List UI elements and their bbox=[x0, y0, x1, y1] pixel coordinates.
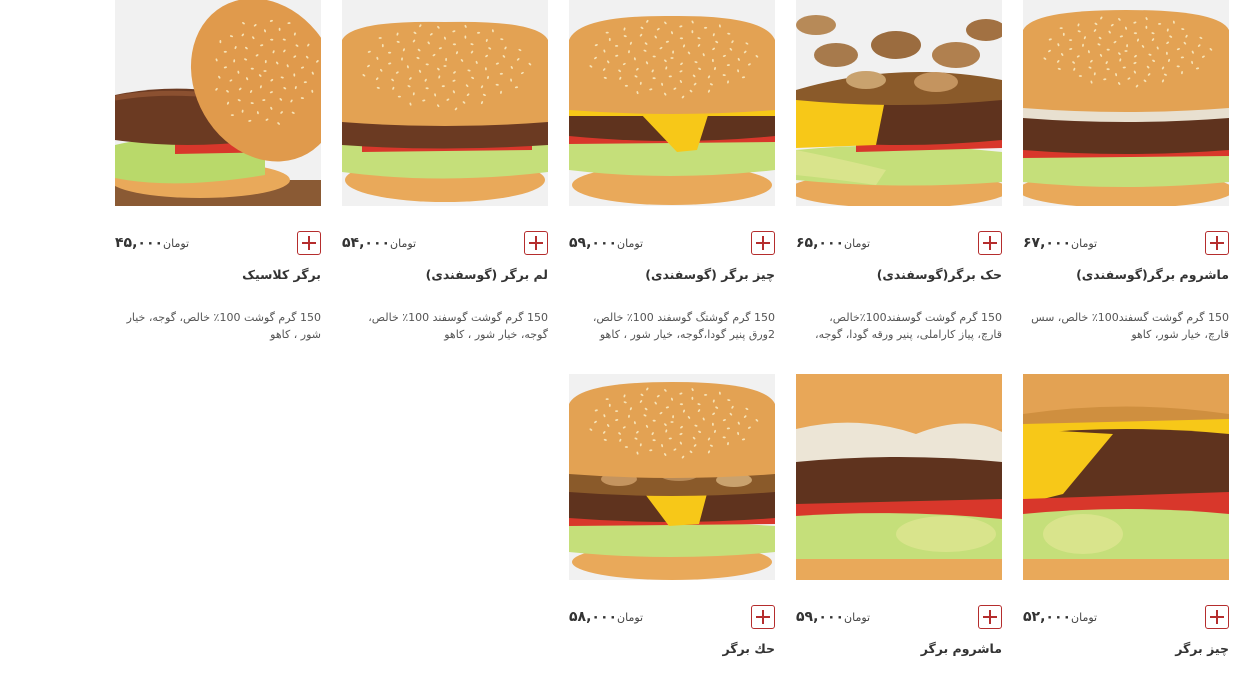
product-price: ۵۲,۰۰۰تومان bbox=[1023, 609, 1102, 625]
plus-icon bbox=[1210, 236, 1224, 250]
product-price: ۵۹,۰۰۰تومان bbox=[569, 235, 648, 251]
product-price: ۴۵,۰۰۰تومان bbox=[115, 235, 194, 251]
price-row: ۵۴,۰۰۰تومان bbox=[342, 231, 548, 255]
product-description: 150 گرم گوشتگ گوسفند 100٪ خالص، 2ورق پنیر… bbox=[569, 309, 775, 343]
price-row: ۵۹,۰۰۰تومان bbox=[796, 605, 1002, 629]
product-description-line: 2ورق پنیر گودا،گوجه، خیار شور ، کاهو bbox=[599, 328, 775, 341]
product-title[interactable]: چیز برگر bbox=[1023, 641, 1229, 656]
add-to-cart-button[interactable] bbox=[978, 605, 1002, 629]
product-image[interactable] bbox=[115, 0, 321, 206]
add-to-cart-button[interactable] bbox=[751, 605, 775, 629]
currency-label: تومان bbox=[390, 237, 417, 250]
price-value: ۶۷,۰۰۰ bbox=[1023, 235, 1072, 251]
product-description: 150 گرم گوشت گوسفند 100٪ خالص، گوجه، خیار… bbox=[342, 309, 548, 343]
product-title[interactable]: چیز برگر (گوسفندی) bbox=[569, 267, 775, 282]
plus-icon bbox=[529, 236, 543, 250]
product-card: ۴۵,۰۰۰تومان برگر کلاسیک 150 گرم گوشت 100… bbox=[115, 0, 321, 341]
product-image[interactable] bbox=[569, 0, 775, 206]
product-card: ۵۴,۰۰۰تومان لم برگر (گوسفندی) 150 گرم گو… bbox=[342, 0, 548, 341]
price-value: ۵۴,۰۰۰ bbox=[342, 235, 391, 251]
add-to-cart-button[interactable] bbox=[1205, 605, 1229, 629]
product-card: ۵۹,۰۰۰تومان چیز برگر (گوسفندی) 150 گرم گ… bbox=[569, 0, 775, 341]
product-description-line: گوجه، خیار شور ، کاهو bbox=[444, 328, 548, 341]
currency-label: تومان bbox=[163, 237, 190, 250]
product-card: ۶۵,۰۰۰تومان حک برگر(گوسفندی) 150 گرم گوش… bbox=[796, 0, 1002, 341]
price-value: ۵۹,۰۰۰ bbox=[796, 609, 845, 625]
product-card: ۵۸,۰۰۰تومان حك برگر bbox=[569, 374, 775, 675]
price-row: ۴۵,۰۰۰تومان bbox=[115, 231, 321, 255]
product-card: ۵۲,۰۰۰تومان چیز برگر bbox=[1023, 374, 1229, 675]
currency-label: تومان bbox=[844, 237, 871, 250]
product-description-line: 150 گرم گوشت گسفند100٪ خالص، سس bbox=[1031, 311, 1229, 324]
plus-icon bbox=[983, 236, 997, 250]
plus-icon bbox=[1210, 610, 1224, 624]
currency-label: تومان bbox=[617, 237, 644, 250]
product-price: ۶۷,۰۰۰تومان bbox=[1023, 235, 1102, 251]
product-price: ۵۹,۰۰۰تومان bbox=[796, 609, 875, 625]
product-description-line: 150 گرم گوشتگ گوسفند 100٪ خالص، bbox=[592, 311, 775, 324]
product-title[interactable]: ماشروم برگر(گوسفندی) bbox=[1023, 267, 1229, 282]
plus-icon bbox=[756, 236, 770, 250]
product-description-line: 150 گرم گوشت گوسفند 100٪ خالص، bbox=[368, 311, 548, 324]
product-card: ۶۷,۰۰۰تومان ماشروم برگر(گوسفندی) 150 گرم… bbox=[1023, 0, 1229, 341]
product-price: ۵۴,۰۰۰تومان bbox=[342, 235, 421, 251]
product-image[interactable] bbox=[796, 374, 1002, 580]
add-to-cart-button[interactable] bbox=[524, 231, 548, 255]
product-description: 150 گرم گوشت گسفند100٪ خالص، سس قارچ، خیا… bbox=[1023, 309, 1229, 343]
product-image[interactable] bbox=[796, 0, 1002, 206]
product-description-line: شور ، کاهو bbox=[270, 328, 321, 341]
price-value: ۶۵,۰۰۰ bbox=[796, 235, 845, 251]
plus-icon bbox=[756, 610, 770, 624]
price-row: ۶۵,۰۰۰تومان bbox=[796, 231, 1002, 255]
product-description: 150 گرم گوشت گوسفند100٪خالص، قارچ، پیاز ک… bbox=[796, 309, 1002, 343]
product-title[interactable]: ماشروم برگر bbox=[796, 641, 1002, 656]
currency-label: تومان bbox=[1071, 237, 1098, 250]
add-to-cart-button[interactable] bbox=[978, 231, 1002, 255]
product-image[interactable] bbox=[569, 374, 775, 580]
add-to-cart-button[interactable] bbox=[1205, 231, 1229, 255]
product-description-line: قارچ، پیاز کاراملی، پنیر ورقه گودا، گوجه… bbox=[815, 328, 1002, 341]
add-to-cart-button[interactable] bbox=[297, 231, 321, 255]
product-description-line: 150 گرم گوشت گوسفند100٪خالص، bbox=[829, 311, 1002, 324]
price-value: ۴۵,۰۰۰ bbox=[115, 235, 164, 251]
price-row: ۵۸,۰۰۰تومان bbox=[569, 605, 775, 629]
currency-label: تومان bbox=[844, 611, 871, 624]
product-image[interactable] bbox=[1023, 0, 1229, 206]
product-title[interactable]: لم برگر (گوسفندی) bbox=[342, 267, 548, 282]
price-value: ۵۹,۰۰۰ bbox=[569, 235, 618, 251]
product-title[interactable]: حك برگر bbox=[569, 641, 775, 656]
product-description: 150 گرم گوشت 100٪ خالص، گوجه، خیار شور ، … bbox=[115, 309, 321, 343]
product-description-line: قارچ، خیار شور، کاهو bbox=[1131, 328, 1229, 341]
product-image[interactable] bbox=[1023, 374, 1229, 580]
price-row: ۵۹,۰۰۰تومان bbox=[569, 231, 775, 255]
product-price: ۵۸,۰۰۰تومان bbox=[569, 609, 648, 625]
price-row: ۶۷,۰۰۰تومان bbox=[1023, 231, 1229, 255]
price-value: ۵۲,۰۰۰ bbox=[1023, 609, 1072, 625]
price-row: ۵۲,۰۰۰تومان bbox=[1023, 605, 1229, 629]
product-price: ۶۵,۰۰۰تومان bbox=[796, 235, 875, 251]
plus-icon bbox=[302, 236, 316, 250]
product-card: ۵۹,۰۰۰تومان ماشروم برگر bbox=[796, 374, 1002, 675]
add-to-cart-button[interactable] bbox=[751, 231, 775, 255]
product-image[interactable] bbox=[342, 0, 548, 206]
product-title[interactable]: برگر کلاسیک bbox=[115, 267, 321, 282]
currency-label: تومان bbox=[617, 611, 644, 624]
price-value: ۵۸,۰۰۰ bbox=[569, 609, 618, 625]
product-description-line: 150 گرم گوشت 100٪ خالص، گوجه، خیار bbox=[126, 311, 321, 324]
plus-icon bbox=[983, 610, 997, 624]
product-title[interactable]: حک برگر(گوسفندی) bbox=[796, 267, 1002, 282]
currency-label: تومان bbox=[1071, 611, 1098, 624]
